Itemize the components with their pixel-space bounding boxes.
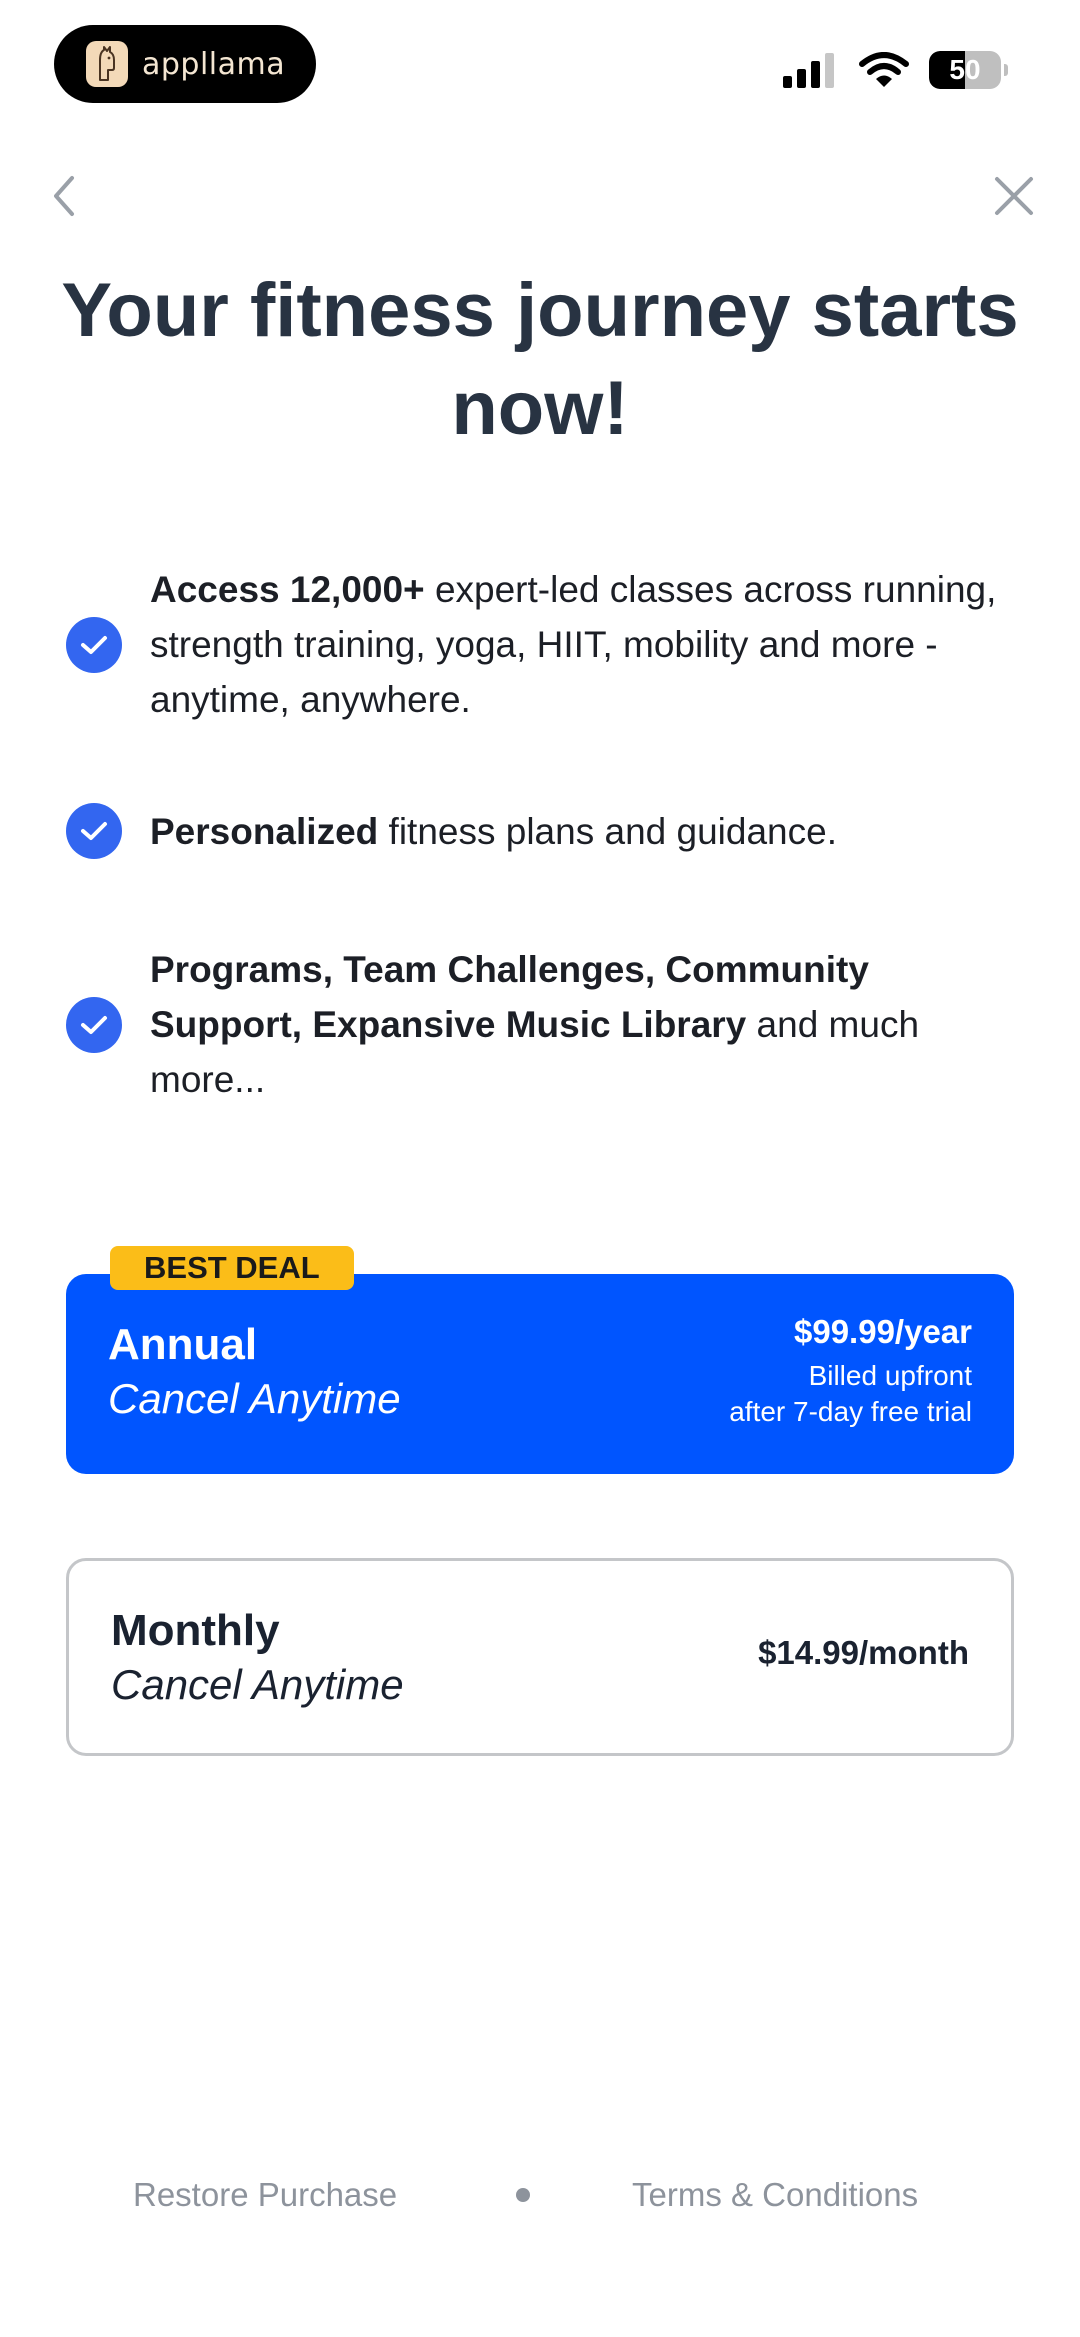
back-button[interactable] (44, 172, 84, 220)
feature-highlight: Access 12,000+ (150, 569, 425, 610)
checkmark-icon (66, 616, 122, 673)
battery-icon: 50 (929, 51, 1001, 89)
feature-highlight: Personalized (150, 810, 379, 852)
status-icons: 50 (783, 48, 1008, 92)
wifi-icon (859, 52, 909, 87)
plan-info: Monthly Cancel Anytime (111, 1604, 404, 1712)
checkmark-icon (66, 803, 122, 859)
annual-plan-option[interactable]: Annual Cancel Anytime $99.99/year Billed… (66, 1274, 1014, 1474)
plan-subtitle: Cancel Anytime (108, 1375, 401, 1422)
monthly-plan-option[interactable]: Monthly Cancel Anytime $14.99/month (66, 1558, 1014, 1756)
separator-dot (516, 2188, 530, 2202)
app-indicator-pill[interactable]: appllama (54, 25, 316, 103)
terms-conditions-link[interactable]: Terms & Conditions (632, 2172, 918, 2218)
plan-name: Annual (108, 1320, 258, 1369)
plan-price: $99.99/year (793, 1313, 972, 1350)
app-name: appllama (142, 46, 286, 82)
page-title: Your fitness journey starts now! (61, 268, 1019, 451)
plan-info: Annual Cancel Anytime (108, 1318, 401, 1426)
feature-text: Programs, Team Challenges, Community Sup… (150, 942, 1016, 1107)
restore-purchase-link[interactable]: Restore Purchase (133, 2172, 397, 2218)
plan-billing-note: Billed upfront (808, 1360, 972, 1391)
chevron-left-icon (54, 176, 74, 216)
feature-text: Access 12,000+ expert-led classes across… (150, 562, 1016, 727)
footer-links: Restore Purchase Terms & Conditions (0, 2172, 1080, 2218)
feature-description: fitness plans and guidance. (378, 810, 837, 852)
feature-item-programs: Programs, Team Challenges, Community Sup… (66, 942, 1016, 1107)
signal-icon (783, 53, 834, 88)
close-icon (995, 177, 1033, 215)
plan-subtitle: Cancel Anytime (111, 1661, 404, 1708)
battery-level: 50 (949, 54, 981, 85)
plan-trial-note: after 7-day free trial (729, 1396, 972, 1427)
feature-item-classes: Access 12,000+ expert-led classes across… (66, 562, 1016, 727)
feature-text: Personalized fitness plans and guidance. (150, 804, 837, 859)
best-deal-badge: BEST DEAL (110, 1246, 354, 1290)
plan-pricing: $14.99/month (758, 1631, 969, 1675)
feature-item-personalized: Personalized fitness plans and guidance. (66, 803, 1016, 859)
plan-price: $14.99/month (758, 1634, 969, 1671)
plan-pricing: $99.99/year Billed upfront after 7-day f… (729, 1310, 972, 1430)
plan-name: Monthly (111, 1606, 280, 1655)
battery-nub (1004, 64, 1008, 76)
checkmark-icon (66, 996, 122, 1053)
llama-logo-icon (86, 41, 128, 87)
close-button[interactable] (990, 172, 1038, 220)
